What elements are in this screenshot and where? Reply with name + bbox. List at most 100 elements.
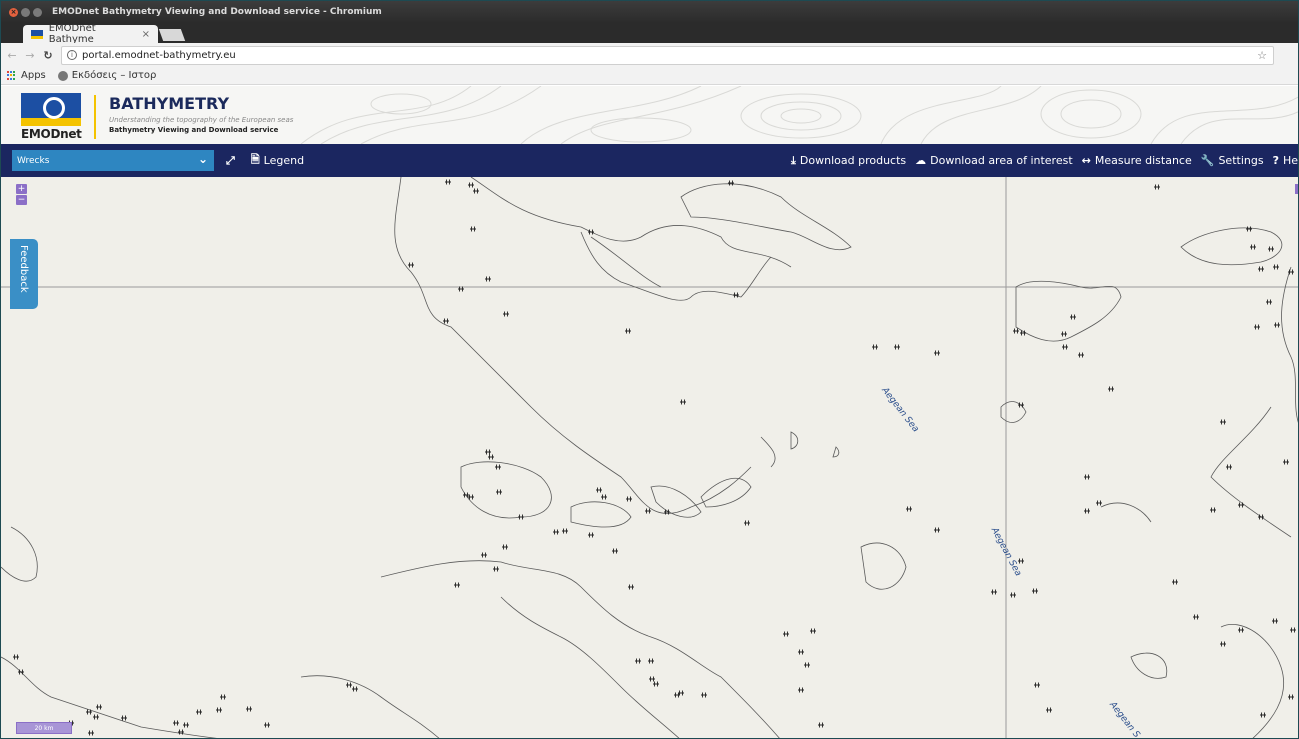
wreck-marker-icon[interactable]: [588, 229, 594, 235]
bookmark-apps[interactable]: Apps: [7, 70, 46, 81]
wreck-marker-icon[interactable]: [1246, 226, 1252, 232]
wreck-marker-icon[interactable]: [408, 262, 414, 268]
wreck-marker-icon[interactable]: [680, 399, 686, 405]
wreck-marker-icon[interactable]: [1096, 500, 1102, 506]
wreck-marker-icon[interactable]: [612, 548, 618, 554]
wreck-marker-icon[interactable]: [1210, 507, 1216, 513]
wreck-marker-icon[interactable]: [991, 589, 997, 595]
wreck-marker-icon[interactable]: [798, 687, 804, 693]
layer-select[interactable]: Wrecks ⌄: [12, 150, 214, 171]
wreck-marker-icon[interactable]: [96, 704, 102, 710]
wreck-marker-icon[interactable]: [601, 494, 607, 500]
wreck-marker-icon[interactable]: [1260, 712, 1266, 718]
wreck-marker-icon[interactable]: [562, 528, 568, 534]
wreck-marker-icon[interactable]: [502, 544, 508, 550]
zoom-in-button[interactable]: +: [16, 184, 27, 194]
wreck-marker-icon[interactable]: [653, 681, 659, 687]
wreck-marker-icon[interactable]: [264, 722, 270, 728]
wreck-marker-icon[interactable]: [645, 508, 651, 514]
wreck-marker-icon[interactable]: [701, 692, 707, 698]
wreck-marker-icon[interactable]: [625, 328, 631, 334]
wreck-marker-icon[interactable]: [1273, 264, 1279, 270]
wreck-marker-icon[interactable]: [1220, 419, 1226, 425]
download-products-button[interactable]: ⤓ Download products: [791, 154, 906, 168]
wreck-marker-icon[interactable]: [88, 730, 94, 736]
wreck-marker-icon[interactable]: [934, 350, 940, 356]
wreck-marker-icon[interactable]: [1084, 508, 1090, 514]
wreck-marker-icon[interactable]: [183, 722, 189, 728]
wreck-marker-icon[interactable]: [1032, 588, 1038, 594]
back-arrow-icon[interactable]: ←: [5, 49, 19, 62]
window-minimize-button[interactable]: [21, 7, 30, 17]
zoom-out-button[interactable]: −: [16, 195, 27, 205]
wreck-marker-icon[interactable]: [1084, 474, 1090, 480]
wreck-marker-icon[interactable]: [804, 662, 810, 668]
wreck-marker-icon[interactable]: [1220, 641, 1226, 647]
wreck-marker-icon[interactable]: [1193, 614, 1199, 620]
feedback-tab[interactable]: Feedback: [10, 239, 38, 309]
wreck-marker-icon[interactable]: [93, 714, 99, 720]
wreck-marker-icon[interactable]: [906, 506, 912, 512]
wreck-marker-icon[interactable]: [872, 344, 878, 350]
wreck-marker-icon[interactable]: [553, 529, 559, 535]
wreck-marker-icon[interactable]: [454, 582, 460, 588]
wreck-marker-icon[interactable]: [495, 464, 501, 470]
wreck-marker-icon[interactable]: [173, 720, 179, 726]
wreck-marker-icon[interactable]: [1258, 266, 1264, 272]
wreck-marker-icon[interactable]: [1010, 592, 1016, 598]
wreck-marker-icon[interactable]: [346, 682, 352, 688]
map-canvas[interactable]: Aegean Sea Aegean Sea Aegean S: [1, 177, 1298, 738]
wreck-marker-icon[interactable]: [628, 584, 634, 590]
url-input[interactable]: i portal.emodnet-bathymetry.eu ☆: [61, 45, 1274, 65]
wreck-marker-icon[interactable]: [648, 658, 654, 664]
wreck-marker-icon[interactable]: [810, 628, 816, 634]
wreck-marker-icon[interactable]: [196, 709, 202, 715]
help-button[interactable]: ? He: [1273, 154, 1298, 167]
wreck-marker-icon[interactable]: [783, 631, 789, 637]
fullscreen-button[interactable]: ⤢: [226, 154, 239, 168]
reload-icon[interactable]: ↻: [41, 49, 55, 62]
window-maximize-button[interactable]: [33, 7, 42, 17]
wreck-marker-icon[interactable]: [1283, 459, 1289, 465]
wreck-marker-icon[interactable]: [744, 520, 750, 526]
wreck-marker-icon[interactable]: [733, 292, 739, 298]
wreck-marker-icon[interactable]: [473, 188, 479, 194]
wreck-marker-icon[interactable]: [352, 686, 358, 692]
wreck-marker-icon[interactable]: [13, 654, 19, 660]
wreck-marker-icon[interactable]: [626, 496, 632, 502]
wreck-marker-icon[interactable]: [485, 449, 491, 455]
wreck-marker-icon[interactable]: [1013, 328, 1019, 334]
forward-arrow-icon[interactable]: →: [23, 49, 37, 62]
wreck-marker-icon[interactable]: [1034, 682, 1040, 688]
tab-close-icon[interactable]: ×: [142, 29, 150, 40]
wreck-marker-icon[interactable]: [1172, 579, 1178, 585]
wreck-marker-icon[interactable]: [1238, 627, 1244, 633]
wreck-marker-icon[interactable]: [470, 226, 476, 232]
wreck-marker-icon[interactable]: [1288, 694, 1294, 700]
wreck-marker-icon[interactable]: [798, 649, 804, 655]
wreck-marker-icon[interactable]: [1061, 331, 1067, 337]
wreck-marker-icon[interactable]: [635, 658, 641, 664]
wreck-marker-icon[interactable]: [1070, 314, 1076, 320]
wreck-marker-icon[interactable]: [1154, 184, 1160, 190]
bookmark-star-icon[interactable]: ☆: [1257, 49, 1267, 62]
wreck-marker-icon[interactable]: [1250, 244, 1256, 250]
wreck-marker-icon[interactable]: [596, 487, 602, 493]
new-tab-button[interactable]: [158, 29, 186, 41]
measure-distance-button[interactable]: ↔ Measure distance: [1082, 154, 1192, 167]
wreck-marker-icon[interactable]: [468, 182, 474, 188]
wreck-marker-icon[interactable]: [518, 514, 524, 520]
settings-button[interactable]: 🔧 Settings: [1201, 154, 1264, 167]
wreck-marker-icon[interactable]: [818, 722, 824, 728]
wreck-marker-icon[interactable]: [1226, 464, 1232, 470]
wreck-marker-icon[interactable]: [485, 276, 491, 282]
wreck-marker-icon[interactable]: [216, 707, 222, 713]
wreck-marker-icon[interactable]: [443, 318, 449, 324]
wreck-marker-icon[interactable]: [496, 489, 502, 495]
wreck-marker-icon[interactable]: [728, 180, 734, 186]
wreck-marker-icon[interactable]: [1108, 386, 1114, 392]
wreck-marker-icon[interactable]: [1078, 352, 1084, 358]
window-close-button[interactable]: ×: [9, 7, 18, 17]
wreck-marker-icon[interactable]: [1018, 558, 1024, 564]
wreck-marker-icon[interactable]: [1268, 246, 1274, 252]
